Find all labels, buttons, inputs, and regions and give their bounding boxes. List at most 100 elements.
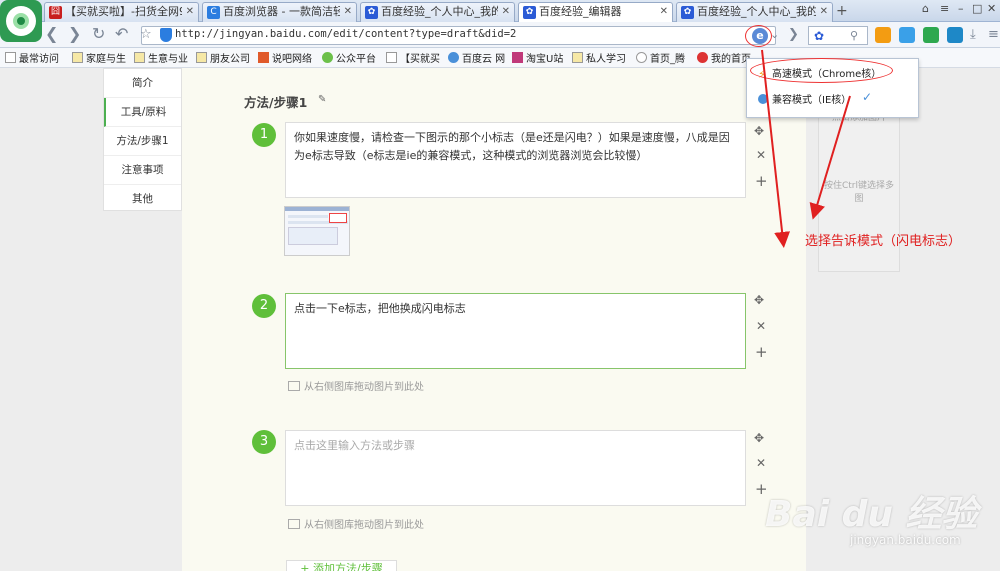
close-window-icon[interactable]: ✕ — [987, 2, 996, 15]
step-number: 3 — [252, 430, 276, 454]
thumb-highlight — [329, 213, 347, 223]
annotation-text: 选择告诉模式（闪电标志） — [805, 234, 962, 249]
nav-tools[interactable]: 工具/原料 — [104, 98, 181, 127]
annotation-ellipse — [750, 58, 893, 83]
new-tab-icon[interactable]: + — [836, 3, 848, 19]
watermark-url: jingyan.baidu.com — [850, 533, 961, 547]
app-icon-1[interactable] — [875, 27, 891, 43]
app-icon-2[interactable] — [899, 27, 915, 43]
close-tab-icon[interactable]: ✕ — [344, 3, 352, 21]
screen: { "tabs":[ {"label":"【买就买啦】-扫货全网9.9","fa… — [0, 0, 1000, 571]
delete-icon[interactable]: ✕ — [756, 148, 766, 162]
undo-icon[interactable]: ↶ — [115, 24, 128, 44]
bookmark-item[interactable]: 说吧网络 — [258, 50, 312, 65]
close-tab-icon[interactable]: ✕ — [186, 3, 194, 21]
add-step-button[interactable]: + 添加方法/步骤 — [286, 560, 397, 571]
left-nav: 简介 工具/原料 方法/步骤1 注意事项 其他 — [103, 68, 182, 211]
move-icon[interactable]: ✥ — [754, 431, 764, 445]
step-1-text[interactable]: 你如果速度慢，请检查一下图示的那个小标志（是e还是闪电？）如果是速度慢，八成是因… — [285, 122, 746, 198]
folder-icon — [572, 52, 583, 63]
menu-icon[interactable]: ≡ — [940, 2, 949, 15]
annotation-circle — [745, 25, 772, 47]
bookmark-item[interactable]: 首页_腾 — [636, 50, 685, 65]
step-3-placeholder: 点击这里输入方法或步骤 — [294, 439, 415, 452]
tab-label: 百度经验_编辑器 — [539, 5, 622, 18]
ie-mode-option[interactable]: 兼容模式（IE核） — [758, 91, 851, 106]
site-icon — [258, 52, 269, 63]
nav-other[interactable]: 其他 — [104, 185, 181, 214]
tab-1[interactable]: 囧 【买就买啦】-扫货全网9.9 ✕ — [44, 2, 199, 22]
bookmark-item[interactable]: 最常访问 — [5, 50, 59, 65]
bookmark-item[interactable]: 百度云 网 — [448, 50, 505, 65]
wechat-icon — [322, 52, 333, 63]
nav-intro[interactable]: 简介 — [104, 69, 181, 98]
nav-notes[interactable]: 注意事项 — [104, 156, 181, 185]
bookmark-item[interactable]: 私人学习 — [572, 50, 626, 65]
browser-logo-icon[interactable] — [0, 0, 42, 42]
forward-icon[interactable]: ❯ — [68, 24, 81, 44]
tab-favicon-icon: C — [207, 6, 220, 19]
step-image-thumbnail[interactable] — [284, 206, 350, 256]
close-tab-icon[interactable]: ✕ — [502, 3, 510, 21]
shield-icon — [160, 28, 172, 42]
step-2-text[interactable]: 点击一下e标志，把他换成闪电标志 — [285, 293, 746, 369]
multi-select-hint: 按住Ctrl键选择多图 — [823, 181, 894, 204]
add-icon[interactable]: + — [755, 343, 768, 361]
tab-3[interactable]: ✿ 百度经验_个人中心_我的经 ✕ — [360, 2, 515, 22]
page-icon — [386, 52, 397, 63]
dropdown-arrow-icon[interactable]: ⌄ — [770, 25, 779, 45]
tab-5[interactable]: ✿ 百度经验_个人中心_我的经 ✕ — [676, 2, 833, 22]
thumb-panel — [288, 227, 338, 245]
app-icon-4[interactable] — [947, 27, 963, 43]
bookmark-item[interactable]: 生意与业 — [134, 50, 188, 65]
close-tab-icon[interactable]: ✕ — [660, 3, 668, 21]
image-drop-hint[interactable]: 从右侧图库拖动图片到此处 — [288, 516, 424, 531]
nav-steps[interactable]: 方法/步骤1 — [104, 127, 181, 156]
add-icon[interactable]: + — [755, 172, 768, 190]
folder-icon — [134, 52, 145, 63]
search-icon[interactable]: ⚲ — [850, 26, 858, 46]
edit-pencil-icon[interactable]: ✎ — [318, 94, 326, 105]
refresh-icon[interactable]: ↻ — [92, 24, 105, 44]
bookmark-item[interactable]: 我的首页 — [697, 50, 751, 65]
tab-label: 百度经验_个人中心_我的经 — [697, 5, 816, 18]
page-icon — [5, 52, 16, 63]
tab-2[interactable]: C 百度浏览器 - 一款简洁轻快 ✕ — [202, 2, 357, 22]
tab-label: 【买就买啦】-扫货全网9.9 — [65, 5, 182, 18]
maximize-icon[interactable]: □ — [972, 2, 982, 15]
close-tab-icon[interactable]: ✕ — [820, 3, 828, 21]
app-icon-3[interactable] — [923, 27, 939, 43]
menu-icon[interactable]: ≡ — [988, 25, 999, 45]
download-icon[interactable]: ⤓ — [970, 25, 976, 45]
minimize-icon[interactable]: – — [958, 2, 964, 15]
delete-icon[interactable]: ✕ — [756, 456, 766, 470]
back-icon[interactable]: ❮ — [45, 24, 58, 44]
thumb-line — [288, 215, 328, 218]
image-drop-hint[interactable]: 从右侧图库拖动图片到此处 — [288, 378, 424, 393]
bookmark-item[interactable]: 家庭与生 — [72, 50, 126, 65]
bookmark-item[interactable]: 淘宝U站 — [512, 50, 563, 65]
folder-icon — [72, 52, 83, 63]
address-text[interactable]: http://jingyan.baidu.com/edit/content?ty… — [175, 28, 516, 40]
step-number: 1 — [252, 123, 276, 147]
tab-4-active[interactable]: ✿ 百度经验_编辑器 ✕ — [518, 2, 673, 23]
go-icon[interactable]: ❯ — [788, 25, 799, 45]
step-3-input[interactable]: 点击这里输入方法或步骤 — [285, 430, 746, 506]
search-engine-icon[interactable]: ✿ — [814, 26, 824, 46]
section-title: 方法/步骤1 — [244, 95, 308, 110]
bookmark-item[interactable]: 朋友公司 — [196, 50, 250, 65]
step-number: 2 — [252, 294, 276, 318]
image-icon — [288, 381, 300, 391]
tab-favicon-icon: ✿ — [523, 6, 536, 19]
cloud-icon — [448, 52, 459, 63]
star-icon[interactable]: ☆ — [140, 25, 152, 45]
folder-icon — [196, 52, 207, 63]
help-icon — [636, 52, 647, 63]
delete-icon[interactable]: ✕ — [756, 319, 766, 333]
bookmark-item[interactable]: 公众平台 — [322, 50, 376, 65]
move-icon[interactable]: ✥ — [754, 124, 764, 138]
skin-icon[interactable]: ⌂ — [922, 2, 929, 15]
bookmark-item[interactable]: 【买就买 — [386, 50, 440, 65]
move-icon[interactable]: ✥ — [754, 293, 764, 307]
check-icon: ✓ — [862, 90, 873, 104]
